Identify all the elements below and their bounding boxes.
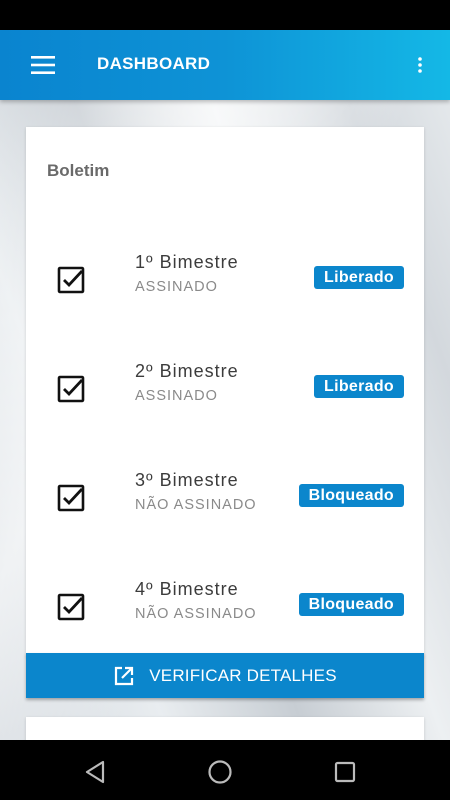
- signature-status: NÃO ASSINADO: [135, 497, 257, 513]
- checkbox-checked-icon: [57, 593, 85, 621]
- page-title: DASHBOARD: [97, 54, 211, 73]
- signature-status: NÃO ASSINADO: [135, 606, 257, 622]
- status-badge: Liberado: [314, 375, 404, 398]
- open-external-icon: [113, 665, 135, 687]
- list-item[interactable]: 4º Bimestre NÃO ASSINADO Bloqueado: [26, 564, 424, 664]
- checkbox-checked-icon: [57, 266, 85, 294]
- list-item[interactable]: 3º Bimestre NÃO ASSINADO Bloqueado: [26, 455, 424, 555]
- system-nav-bar: [0, 740, 450, 800]
- status-badge: Bloqueado: [298, 593, 404, 616]
- back-triangle-icon[interactable]: [81, 758, 109, 786]
- status-bar: [0, 0, 450, 30]
- report-card: Boletim 1º Bimestre ASSINADO Liberado 2º…: [26, 127, 424, 657]
- list-item[interactable]: 1º Bimestre ASSINADO Liberado: [26, 237, 424, 337]
- checkbox-checked-icon: [57, 375, 85, 403]
- verify-details-button[interactable]: VERIFICAR DETALHES: [26, 653, 424, 698]
- recents-square-icon[interactable]: [331, 758, 359, 786]
- app-bar: DASHBOARD: [0, 30, 450, 100]
- verify-details-label: VERIFICAR DETALHES: [149, 665, 337, 685]
- checkbox-checked-icon: [57, 484, 85, 512]
- card-title: Boletim: [47, 161, 110, 180]
- signature-status: ASSINADO: [135, 388, 218, 404]
- term-name: 4º Bimestre: [135, 579, 239, 599]
- status-badge: Liberado: [314, 266, 404, 289]
- status-badge: Bloqueado: [298, 484, 404, 507]
- next-card: [26, 717, 424, 740]
- more-vertical-icon[interactable]: [408, 50, 432, 80]
- hamburger-menu-icon[interactable]: [26, 50, 60, 80]
- content-area: Boletim 1º Bimestre ASSINADO Liberado 2º…: [0, 100, 450, 740]
- term-name: 3º Bimestre: [135, 470, 239, 490]
- term-name: 1º Bimestre: [135, 252, 239, 272]
- signature-status: ASSINADO: [135, 279, 218, 295]
- list-item[interactable]: 2º Bimestre ASSINADO Liberado: [26, 346, 424, 446]
- home-circle-icon[interactable]: [206, 758, 234, 786]
- term-name: 2º Bimestre: [135, 361, 239, 381]
